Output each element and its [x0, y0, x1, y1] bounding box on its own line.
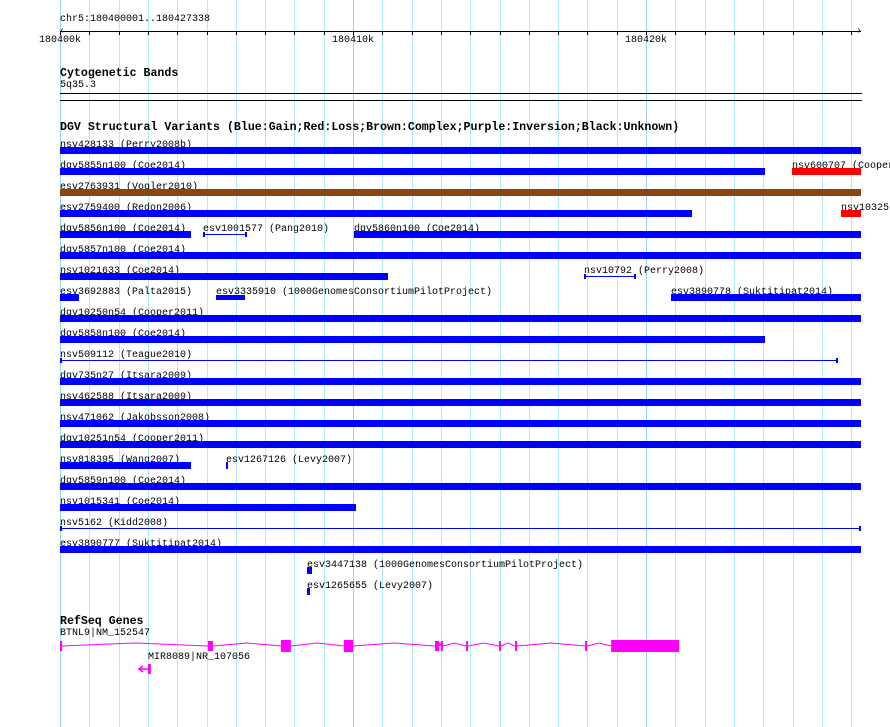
gene-label[interactable]: BTNL9|NM_152547	[60, 628, 150, 639]
intron[interactable]	[290, 642, 344, 647]
gene-label[interactable]: MIR8089|NR_107056	[148, 652, 250, 663]
intron[interactable]	[500, 642, 516, 647]
intron[interactable]	[442, 642, 467, 647]
exon[interactable]	[435, 641, 440, 651]
intron[interactable]	[352, 642, 436, 647]
intron[interactable]	[517, 642, 586, 647]
intron[interactable]	[62, 642, 208, 647]
exon[interactable]	[585, 641, 588, 651]
exon[interactable]	[498, 641, 501, 651]
intron[interactable]	[438, 641, 442, 647]
gene-models	[60, 640, 680, 674]
exon[interactable]	[611, 640, 680, 652]
exon[interactable]	[440, 641, 443, 651]
exon[interactable]	[280, 640, 291, 652]
exon[interactable]	[60, 641, 63, 651]
intron[interactable]	[468, 642, 500, 647]
intron[interactable]	[586, 642, 612, 647]
genome-browser-panel: chr5:180400001..180427338 ‹ › 180400k 18041…	[0, 0, 890, 727]
intron[interactable]	[212, 642, 281, 647]
exon[interactable]	[343, 640, 353, 652]
exon[interactable]	[207, 641, 213, 651]
exon[interactable]	[466, 641, 469, 651]
exon[interactable]	[515, 641, 518, 651]
exon[interactable]	[147, 664, 151, 674]
